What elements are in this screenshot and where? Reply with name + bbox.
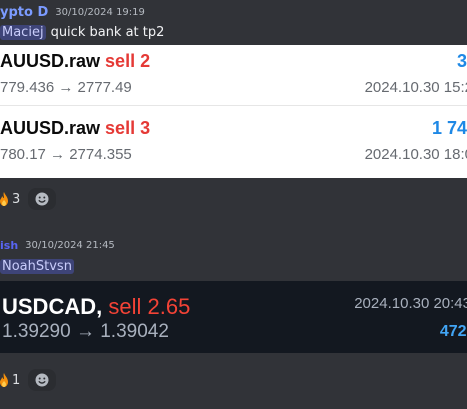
author-name[interactable]: ypto D bbox=[0, 5, 48, 20]
trade-symbol: AUUSD.raw sell 3 bbox=[0, 118, 150, 139]
trade-action: sell 2 bbox=[105, 51, 151, 71]
symbol-text: AUUSD.raw bbox=[0, 51, 101, 71]
symbol-text: USDCAD, bbox=[2, 294, 103, 319]
reaction-bar: 1 bbox=[0, 369, 57, 391]
message-header: ypto D 30/10/2024 19:19 bbox=[0, 3, 145, 21]
trade-profit: 38 bbox=[456, 51, 467, 71]
message-header: ish 30/10/2024 21:45 bbox=[0, 236, 115, 254]
author-name[interactable]: ish bbox=[0, 239, 18, 252]
trade-profit: 1 744 bbox=[431, 118, 467, 138]
reaction-pill[interactable]: 3 bbox=[0, 188, 20, 210]
trade-row: AUUSD.raw sell 2 38 779.436 → 2777.49 20… bbox=[0, 45, 467, 106]
flame-icon bbox=[0, 192, 8, 206]
trade-symbol: AUUSD.raw sell 2 bbox=[0, 51, 150, 72]
trade-action: sell 2.65 bbox=[108, 294, 191, 319]
reaction-pill[interactable]: 1 bbox=[0, 369, 20, 391]
reply-line: NoahStvsn bbox=[0, 256, 74, 276]
message-text: quick bank at tp2 bbox=[50, 24, 165, 40]
trade-prices: 1.39290 → 1.39042 bbox=[2, 321, 169, 342]
trade-action: sell 3 bbox=[105, 118, 151, 138]
trade-card-dark: USDCAD, sell 2.65 1.39290 → 1.39042 2024… bbox=[0, 281, 467, 353]
add-reaction-button[interactable] bbox=[28, 369, 57, 391]
user-mention[interactable]: NoahStvsn bbox=[0, 258, 74, 274]
add-reaction-button[interactable] bbox=[28, 188, 57, 210]
flame-icon bbox=[0, 373, 8, 387]
trade-date: 2024.10.30 18:0 bbox=[364, 146, 467, 163]
trade-prices: 779.436 → 2777.49 bbox=[0, 79, 132, 96]
trade-card: AUUSD.raw sell 2 38 779.436 → 2777.49 20… bbox=[0, 45, 467, 178]
user-mention[interactable]: Maciej bbox=[0, 24, 46, 40]
trade-date: 2024.10.30 15:2 bbox=[364, 79, 467, 96]
reply-line: Maciej quick bank at tp2 bbox=[0, 22, 164, 42]
trade-profit: 472. bbox=[439, 323, 467, 340]
timestamp: 30/10/2024 21:45 bbox=[25, 239, 115, 251]
divider bbox=[0, 105, 467, 106]
symbol-text: AUUSD.raw bbox=[0, 118, 101, 138]
smiley-icon bbox=[35, 192, 49, 206]
trade-date: 2024.10.30 20:43 bbox=[354, 295, 467, 312]
trade-prices: 780.17 → 2774.355 bbox=[0, 146, 132, 163]
smiley-icon bbox=[35, 373, 49, 387]
reaction-count: 3 bbox=[12, 191, 21, 207]
reaction-bar: 3 bbox=[0, 188, 57, 210]
trade-symbol: USDCAD, sell 2.65 bbox=[2, 294, 190, 320]
trade-row: AUUSD.raw sell 3 1 744 780.17 → 2774.355… bbox=[0, 112, 467, 172]
timestamp: 30/10/2024 19:19 bbox=[55, 6, 145, 18]
reaction-count: 1 bbox=[12, 372, 21, 388]
